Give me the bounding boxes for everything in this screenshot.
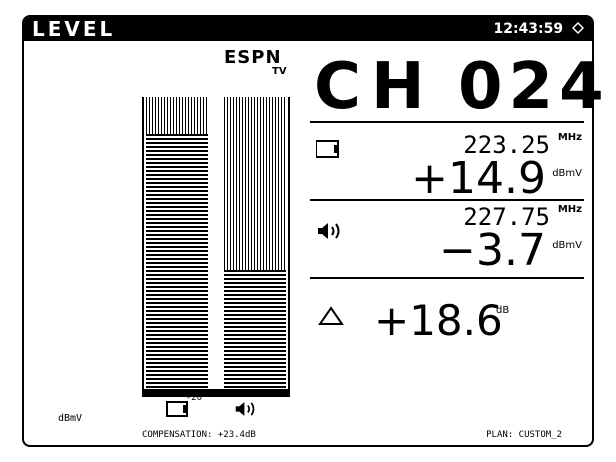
speaker-icon	[235, 402, 255, 416]
status-bar: COMPENSATION: +23.4dB PLAN: CUSTOM_2	[142, 427, 582, 443]
compensation: COMPENSATION: +23.4dB	[142, 430, 256, 440]
video-frequency-unit: MHz	[557, 132, 582, 143]
video-icon	[166, 401, 188, 417]
video-icon	[316, 140, 339, 158]
video-level-unit: dBmV	[552, 168, 582, 179]
audio-level-unit: dBmV	[552, 240, 582, 251]
channel-number: 024	[458, 50, 610, 124]
bar-frame	[142, 97, 290, 397]
channel-label: CH	[314, 50, 435, 124]
level-bars	[142, 97, 290, 397]
axis-unit: dBmV	[58, 413, 83, 424]
delta-value: +18.6	[374, 296, 503, 345]
video-level: +14.9	[411, 153, 546, 204]
audio-frequency-unit: MHz	[557, 204, 582, 215]
bar-baseline	[142, 389, 290, 397]
screen-title: LEVEL	[32, 19, 182, 39]
network-sub-label: TV	[272, 66, 287, 77]
divider	[310, 199, 584, 201]
clock-time: 12:43:59	[493, 21, 564, 37]
divider	[310, 277, 584, 279]
delta-icon	[318, 306, 344, 325]
clock: 12:43:59	[493, 19, 584, 39]
audio-level: −3.7	[439, 225, 546, 276]
bar-icons	[142, 400, 290, 418]
delta-unit: dB	[496, 305, 510, 316]
network-label: ESPN	[224, 47, 282, 68]
level-screen: LEVEL 12:43:59 ESPN TV CH 024 223.25 MHz…	[22, 15, 604, 447]
clock-status-icon	[572, 22, 584, 34]
speaker-icon	[318, 223, 340, 239]
divider	[310, 121, 584, 123]
plan: PLAN: CUSTOM_2	[486, 430, 562, 440]
title-bar: LEVEL 12:43:59	[24, 17, 592, 41]
